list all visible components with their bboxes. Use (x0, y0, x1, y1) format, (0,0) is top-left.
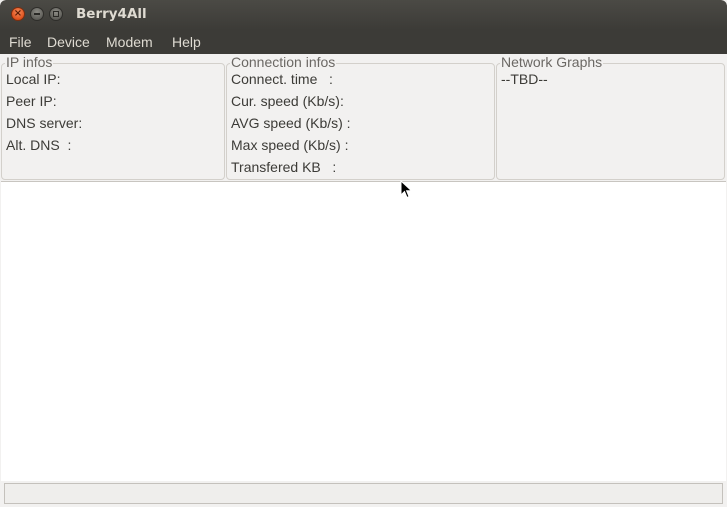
title-bar[interactable]: × Berry4All (0, 0, 727, 30)
network-graphs-title: Network Graphs (500, 54, 604, 70)
menu-modem[interactable]: Modem (106, 34, 153, 50)
ip-infos-title: IP infos (5, 54, 54, 70)
cur-speed-label: Cur. speed (Kb/s): (231, 93, 344, 109)
window-title: Berry4All (76, 6, 147, 22)
maximize-icon (53, 11, 59, 17)
peer-ip-label: Peer IP: (6, 93, 57, 109)
minimize-icon (34, 13, 40, 15)
app-window: × Berry4All File Device Modem Help IP in… (0, 0, 727, 507)
local-ip-label: Local IP: (6, 71, 61, 87)
maximize-button[interactable] (49, 7, 63, 21)
network-graphs-placeholder: --TBD-- (501, 71, 548, 87)
connection-infos-title: Connection infos (230, 54, 337, 70)
max-speed-label: Max speed (Kb/s) : (231, 137, 349, 153)
minimize-button[interactable] (30, 7, 44, 21)
alt-dns-label: Alt. DNS : (6, 137, 72, 153)
main-content-area[interactable] (1, 181, 726, 481)
close-button[interactable]: × (11, 7, 25, 21)
mouse-pointer-icon (400, 180, 413, 199)
avg-speed-label: AVG speed (Kb/s) : (231, 115, 351, 131)
close-icon: × (13, 8, 23, 19)
dns-server-label: DNS server: (6, 115, 83, 131)
connect-time-label: Connect. time : (231, 71, 333, 87)
status-bar (4, 483, 723, 504)
menu-help[interactable]: Help (172, 34, 201, 50)
menu-bar: File Device Modem Help (0, 30, 727, 54)
menu-file[interactable]: File (9, 34, 32, 50)
menu-device[interactable]: Device (47, 34, 90, 50)
transfered-kb-label: Transfered KB : (231, 159, 337, 175)
